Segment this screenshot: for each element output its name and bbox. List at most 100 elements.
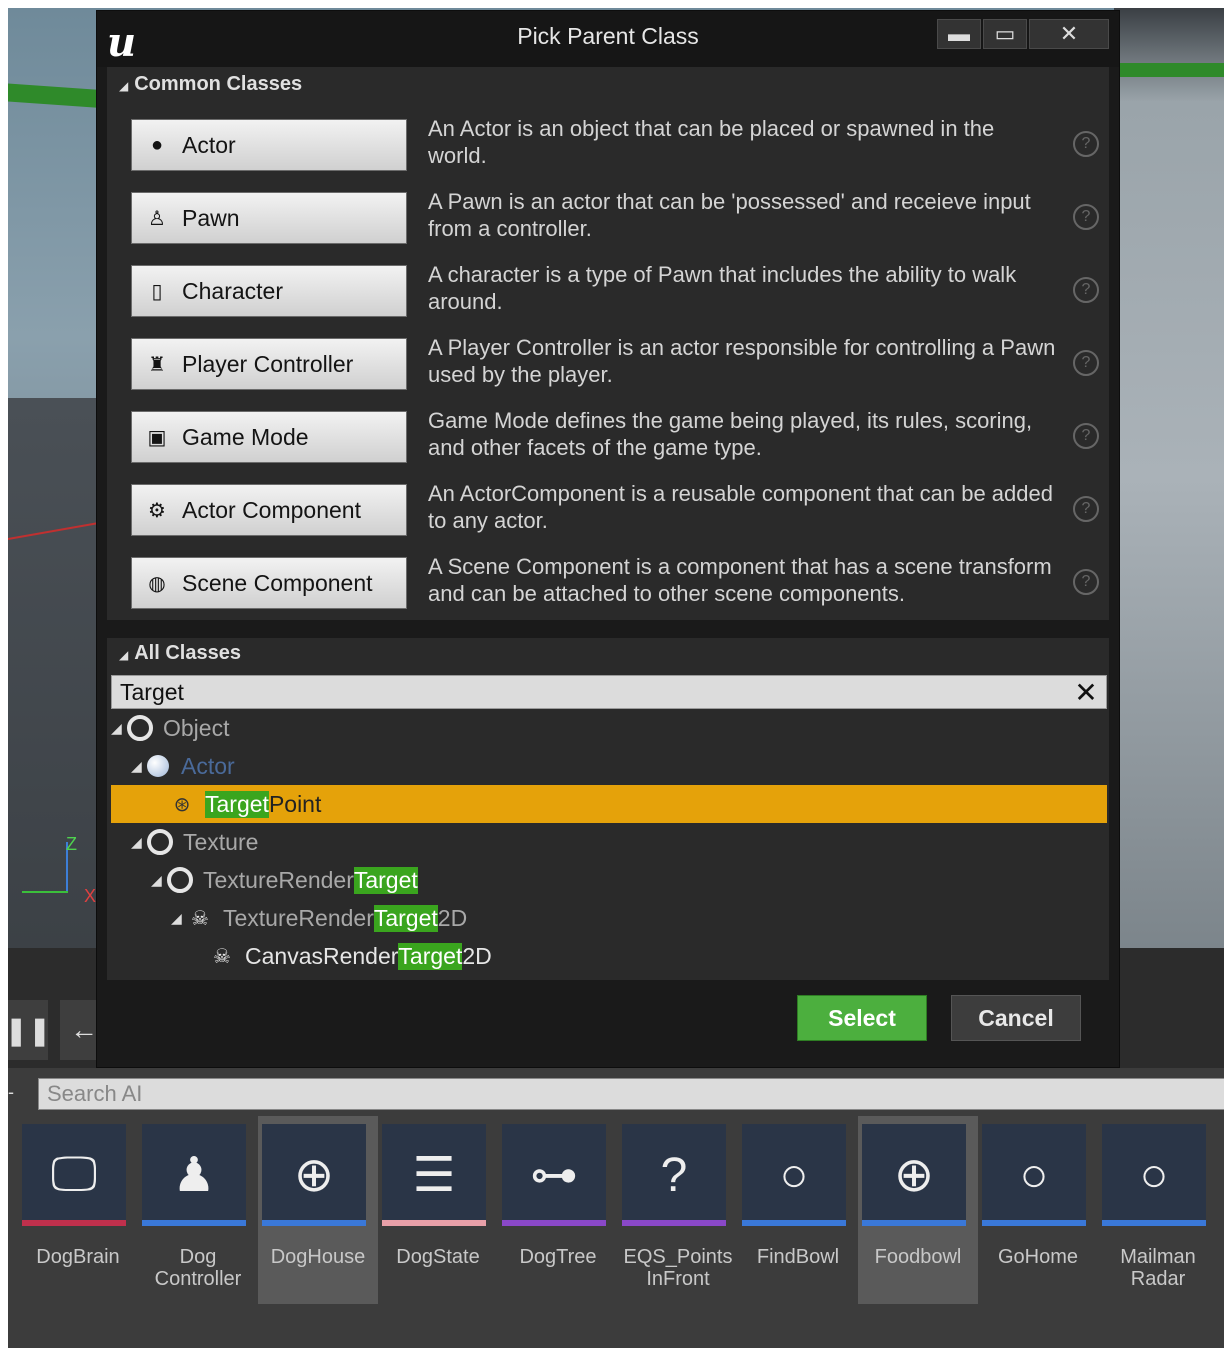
common-class-button[interactable]: ⚙ Actor Component xyxy=(131,484,407,536)
common-class-description: An Actor is an object that can be placed… xyxy=(428,116,995,168)
common-classes-panel: ◢ Common Classes ● Actor An Actor is an obj… xyxy=(107,67,1109,620)
common-class-description: An ActorComponent is a reusable componen… xyxy=(428,481,1053,533)
help-icon[interactable]: ? xyxy=(1073,204,1099,230)
common-class-row: ▣ Game Mode Game Mode defines the game bei… xyxy=(107,408,1109,484)
tree-item-actor[interactable]: ◢ Actor xyxy=(111,747,1107,785)
common-class-button[interactable]: ◍ Scene Component xyxy=(131,557,407,609)
common-class-button[interactable]: ♜ Player Controller xyxy=(131,338,407,390)
asset-label-line1: DogHouse xyxy=(270,1246,366,1268)
tree-item-label: TextureRender xyxy=(223,904,374,931)
common-class-button[interactable]: ▣ Game Mode xyxy=(131,411,407,463)
pawn-icon: ♙ xyxy=(148,207,166,230)
object-ring-icon xyxy=(147,829,173,855)
help-icon[interactable]: ? xyxy=(1073,496,1099,522)
asset-tile[interactable]: ⊶ DogTree xyxy=(498,1116,618,1304)
close-icon[interactable]: ✕ xyxy=(1029,19,1109,49)
tree-item-texture[interactable]: ◢ Texture xyxy=(111,823,1107,861)
tree-item-label: Point xyxy=(268,790,322,817)
asset-label-line1: DogState xyxy=(396,1246,480,1268)
axis-z-label: Z xyxy=(66,834,77,854)
asset-type-bar xyxy=(622,1220,726,1226)
clear-search-icon[interactable]: ✕ xyxy=(1072,676,1100,708)
tree-item-label: Texture xyxy=(183,828,259,855)
asset-label: DogHouse xyxy=(258,1246,378,1268)
asset-label-line1: DogTree xyxy=(519,1246,597,1268)
help-icon[interactable]: ? xyxy=(1073,569,1099,595)
asset-thumbnail: ○ xyxy=(1102,1124,1206,1226)
asset-thumbnail: ⊕ xyxy=(262,1124,366,1226)
tree-item-texture-render-target-2d[interactable]: ◢ ☠ TextureRender Target 2D xyxy=(111,899,1107,937)
asset-tile[interactable]: ⊕ Foodbowl xyxy=(858,1116,978,1304)
asset-label: Mailman Radar xyxy=(1098,1246,1218,1290)
pause-icon[interactable]: ❚❚ xyxy=(5,1000,51,1060)
common-classes-header[interactable]: ◢ Common Classes xyxy=(119,73,302,96)
expand-arrow-icon[interactable]: ◢ xyxy=(111,720,127,737)
collapse-triangle-icon: ◢ xyxy=(119,648,129,662)
target-point-icon: ⊛ xyxy=(173,793,191,816)
expand-arrow-icon[interactable]: ◢ xyxy=(131,758,147,775)
tree-item-texture-render-target[interactable]: ◢ TextureRender Target xyxy=(111,861,1107,899)
asset-label-line1: Mailman xyxy=(1120,1246,1196,1268)
tree-item-label: Actor xyxy=(181,752,235,779)
help-icon[interactable]: ? xyxy=(1073,277,1099,303)
content-search-input[interactable]: Search AI xyxy=(38,1078,1224,1110)
tree-item-label-suffix: 2D xyxy=(462,942,492,969)
common-class-label: Character xyxy=(182,277,283,304)
skull-icon: ☠ xyxy=(191,907,209,930)
class-search-box: ✕ xyxy=(111,675,1107,709)
asset-label: Dog Controller xyxy=(138,1246,258,1290)
asset-type-bar xyxy=(742,1220,846,1226)
asset-label: DogState xyxy=(378,1246,498,1268)
asset-thumbnail: ♟ xyxy=(142,1124,246,1226)
common-class-label: Pawn xyxy=(182,204,240,231)
character-capsule-icon: ▯ xyxy=(151,280,163,303)
asset-tile[interactable]: ○ FindBowl xyxy=(738,1116,858,1304)
asset-label: EQS_Points InFront xyxy=(618,1246,738,1290)
asset-tile[interactable]: 🖵 DogBrain xyxy=(18,1116,138,1304)
search-highlight: Target xyxy=(373,904,438,932)
common-class-row: ▯ Character A character is a type of Pawn … xyxy=(107,262,1109,338)
asset-tile[interactable]: ⊕ DogHouse xyxy=(258,1116,378,1304)
cancel-button[interactable]: Cancel xyxy=(951,995,1081,1041)
tree-item-label: CanvasRender xyxy=(245,942,399,969)
dialog-titlebar[interactable]: u Pick Parent Class ▬ ▭ ✕ xyxy=(97,11,1119,67)
expand-arrow-icon[interactable]: ◢ xyxy=(131,834,147,851)
class-search-input[interactable] xyxy=(112,676,1072,708)
common-class-button[interactable]: ▯ Character xyxy=(131,265,407,317)
asset-tile[interactable]: ○ GoHome xyxy=(978,1116,1098,1304)
minimize-icon[interactable]: ▬ xyxy=(937,19,981,49)
help-icon[interactable]: ? xyxy=(1073,131,1099,157)
asset-label-line1: Dog xyxy=(179,1246,217,1268)
asset-label: DogTree xyxy=(498,1246,618,1268)
asset-tile[interactable]: ○ Mailman Radar xyxy=(1098,1116,1218,1304)
expand-arrow-icon[interactable]: ◢ xyxy=(171,910,187,927)
pick-parent-class-dialog: u Pick Parent Class ▬ ▭ ✕ ◢ Common Classe… xyxy=(96,10,1120,1068)
asset-label: FindBowl xyxy=(738,1246,858,1268)
help-icon[interactable]: ? xyxy=(1073,423,1099,449)
axis-x-label: X xyxy=(84,886,97,906)
common-class-button[interactable]: ♙ Pawn xyxy=(131,192,407,244)
axis-y-line xyxy=(22,891,68,893)
asset-type-bar xyxy=(502,1220,606,1226)
tree-item-canvas-render-target-2d[interactable]: ☠ CanvasRender Target 2D xyxy=(111,937,1107,975)
asset-tile[interactable]: ? EQS_Points InFront xyxy=(618,1116,738,1304)
select-button[interactable]: Select xyxy=(797,995,927,1041)
asset-label-line2: InFront xyxy=(646,1268,710,1290)
common-class-button[interactable]: ● Actor xyxy=(131,119,407,171)
skull-icon: ☠ xyxy=(213,945,231,968)
common-class-description: A Pawn is an actor that can be 'possesse… xyxy=(428,189,1031,241)
all-classes-header[interactable]: ◢ All Classes xyxy=(119,642,241,665)
player-controller-icon: ♜ xyxy=(148,353,166,376)
asset-tile[interactable]: ☰ DogState xyxy=(378,1116,498,1304)
maximize-icon[interactable]: ▭ xyxy=(983,19,1027,49)
expand-arrow-icon[interactable]: ◢ xyxy=(151,872,167,889)
tree-item-target-point[interactable]: ⊛ Target Point xyxy=(111,785,1107,823)
asset-label: Foodbowl xyxy=(858,1246,978,1268)
help-icon[interactable]: ? xyxy=(1073,350,1099,376)
common-class-label: Player Controller xyxy=(182,350,354,377)
tree-item-object[interactable]: ◢ Object xyxy=(111,709,1107,747)
viewport-wall xyxy=(1114,8,1224,948)
common-class-label: Actor Component xyxy=(182,496,361,523)
search-highlight: Target xyxy=(398,942,463,970)
asset-tile[interactable]: ♟ Dog Controller xyxy=(138,1116,258,1304)
